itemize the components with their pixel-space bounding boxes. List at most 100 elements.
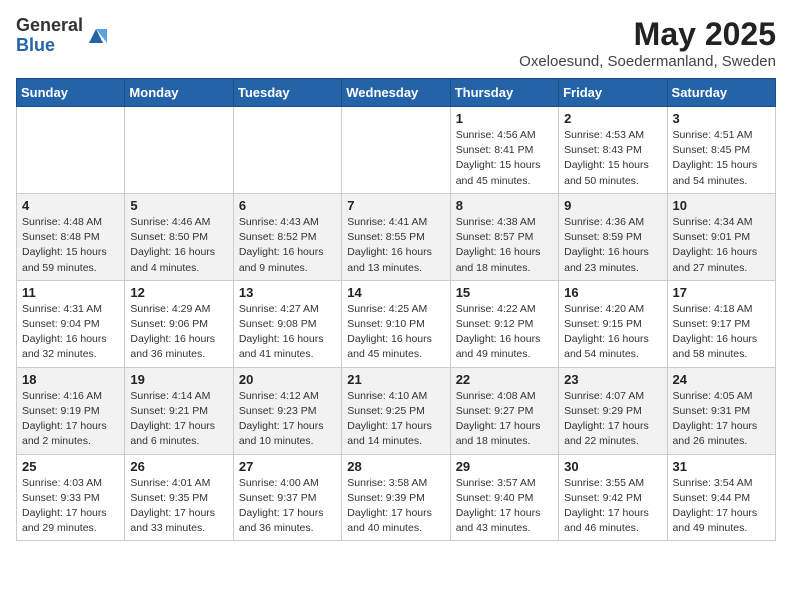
day-number: 3 bbox=[673, 111, 770, 126]
day-cell: 11Sunrise: 4:31 AM Sunset: 9:04 PM Dayli… bbox=[17, 280, 125, 367]
day-cell: 4 Sunrise: 4:48 AM Sunset: 8:48 PM Daylig… bbox=[17, 193, 125, 280]
day-info: Sunrise: 4:20 AM Sunset: 9:15 PM Dayligh… bbox=[564, 302, 661, 363]
day-info: Sunrise: 4:18 AM Sunset: 9:17 PM Dayligh… bbox=[673, 302, 770, 363]
day-cell: 1 Sunrise: 4:56 AM Sunset: 8:41 PM Daylig… bbox=[450, 107, 558, 194]
weekday-header-thursday: Thursday bbox=[450, 79, 558, 107]
day-number: 10 bbox=[673, 198, 770, 213]
day-info: Sunrise: 4:41 AM Sunset: 8:55 PM Dayligh… bbox=[347, 215, 444, 276]
day-info: Sunrise: 4:03 AM Sunset: 9:33 PM Dayligh… bbox=[22, 476, 119, 537]
day-number: 20 bbox=[239, 372, 336, 387]
day-cell: 3 Sunrise: 4:51 AM Sunset: 8:45 PM Daylig… bbox=[667, 107, 775, 194]
day-cell: 21 Sunrise: 4:10 AM Sunset: 9:25 PM Dayli… bbox=[342, 367, 450, 454]
weekday-header-friday: Friday bbox=[559, 79, 667, 107]
day-number: 19 bbox=[130, 372, 227, 387]
weekday-header-row: SundayMondayTuesdayWednesdayThursdayFrid… bbox=[17, 79, 776, 107]
day-number: 25 bbox=[22, 459, 119, 474]
day-info: Sunrise: 3:55 AM Sunset: 9:42 PM Dayligh… bbox=[564, 476, 661, 537]
day-number: 1 bbox=[456, 111, 553, 126]
day-cell: 20 Sunrise: 4:12 AM Sunset: 9:23 PM Dayli… bbox=[233, 367, 341, 454]
day-number: 2 bbox=[564, 111, 661, 126]
location-title: Oxeloesund, Soedermanland, Sweden bbox=[519, 53, 776, 70]
day-cell bbox=[342, 107, 450, 194]
day-cell: 23 Sunrise: 4:07 AM Sunset: 9:29 PM Dayli… bbox=[559, 367, 667, 454]
day-number: 6 bbox=[239, 198, 336, 213]
logo: General Blue bbox=[16, 16, 107, 56]
logo-general-text: General bbox=[16, 16, 83, 36]
day-number: 8 bbox=[456, 198, 553, 213]
day-cell: 24Sunrise: 4:05 AM Sunset: 9:31 PM Dayli… bbox=[667, 367, 775, 454]
logo-icon bbox=[85, 25, 107, 47]
day-info: Sunrise: 4:25 AM Sunset: 9:10 PM Dayligh… bbox=[347, 302, 444, 363]
day-number: 28 bbox=[347, 459, 444, 474]
day-info: Sunrise: 3:58 AM Sunset: 9:39 PM Dayligh… bbox=[347, 476, 444, 537]
day-cell: 17 Sunrise: 4:18 AM Sunset: 9:17 PM Dayli… bbox=[667, 280, 775, 367]
week-row-5: 25 Sunrise: 4:03 AM Sunset: 9:33 PM Dayli… bbox=[17, 454, 776, 541]
day-cell: 9 Sunrise: 4:36 AM Sunset: 8:59 PM Daylig… bbox=[559, 193, 667, 280]
day-info: Sunrise: 4:56 AM Sunset: 8:41 PM Dayligh… bbox=[456, 128, 553, 189]
day-number: 21 bbox=[347, 372, 444, 387]
day-info: Sunrise: 4:14 AM Sunset: 9:21 PM Dayligh… bbox=[130, 389, 227, 450]
weekday-header-monday: Monday bbox=[125, 79, 233, 107]
week-row-2: 4 Sunrise: 4:48 AM Sunset: 8:48 PM Daylig… bbox=[17, 193, 776, 280]
day-number: 17 bbox=[673, 285, 770, 300]
day-info: Sunrise: 4:27 AM Sunset: 9:08 PM Dayligh… bbox=[239, 302, 336, 363]
week-row-4: 18 Sunrise: 4:16 AM Sunset: 9:19 PM Dayli… bbox=[17, 367, 776, 454]
day-info: Sunrise: 4:31 AM Sunset: 9:04 PM Dayligh… bbox=[22, 302, 119, 363]
day-info: Sunrise: 4:53 AM Sunset: 8:43 PM Dayligh… bbox=[564, 128, 661, 189]
day-number: 29 bbox=[456, 459, 553, 474]
day-cell: 16 Sunrise: 4:20 AM Sunset: 9:15 PM Dayli… bbox=[559, 280, 667, 367]
day-cell: 19 Sunrise: 4:14 AM Sunset: 9:21 PM Dayli… bbox=[125, 367, 233, 454]
day-cell: 31 Sunrise: 3:54 AM Sunset: 9:44 PM Dayli… bbox=[667, 454, 775, 541]
day-cell bbox=[125, 107, 233, 194]
day-info: Sunrise: 4:01 AM Sunset: 9:35 PM Dayligh… bbox=[130, 476, 227, 537]
day-number: 31 bbox=[673, 459, 770, 474]
day-number: 7 bbox=[347, 198, 444, 213]
day-info: Sunrise: 3:54 AM Sunset: 9:44 PM Dayligh… bbox=[673, 476, 770, 537]
day-cell: 13 Sunrise: 4:27 AM Sunset: 9:08 PM Dayli… bbox=[233, 280, 341, 367]
day-info: Sunrise: 4:16 AM Sunset: 9:19 PM Dayligh… bbox=[22, 389, 119, 450]
page-header: General Blue May 2025 Oxeloesund, Soeder… bbox=[16, 16, 776, 70]
week-row-3: 11Sunrise: 4:31 AM Sunset: 9:04 PM Dayli… bbox=[17, 280, 776, 367]
day-number: 24 bbox=[673, 372, 770, 387]
day-cell: 27 Sunrise: 4:00 AM Sunset: 9:37 PM Dayli… bbox=[233, 454, 341, 541]
month-title: May 2025 bbox=[519, 16, 776, 53]
day-info: Sunrise: 4:12 AM Sunset: 9:23 PM Dayligh… bbox=[239, 389, 336, 450]
day-cell bbox=[233, 107, 341, 194]
weekday-header-saturday: Saturday bbox=[667, 79, 775, 107]
day-cell: 25 Sunrise: 4:03 AM Sunset: 9:33 PM Dayli… bbox=[17, 454, 125, 541]
day-info: Sunrise: 4:00 AM Sunset: 9:37 PM Dayligh… bbox=[239, 476, 336, 537]
day-info: Sunrise: 4:43 AM Sunset: 8:52 PM Dayligh… bbox=[239, 215, 336, 276]
day-info: Sunrise: 4:10 AM Sunset: 9:25 PM Dayligh… bbox=[347, 389, 444, 450]
day-info: Sunrise: 4:36 AM Sunset: 8:59 PM Dayligh… bbox=[564, 215, 661, 276]
day-number: 18 bbox=[22, 372, 119, 387]
day-cell: 7 Sunrise: 4:41 AM Sunset: 8:55 PM Daylig… bbox=[342, 193, 450, 280]
day-number: 9 bbox=[564, 198, 661, 213]
day-info: Sunrise: 4:29 AM Sunset: 9:06 PM Dayligh… bbox=[130, 302, 227, 363]
day-info: Sunrise: 4:07 AM Sunset: 9:29 PM Dayligh… bbox=[564, 389, 661, 450]
day-cell: 26Sunrise: 4:01 AM Sunset: 9:35 PM Dayli… bbox=[125, 454, 233, 541]
weekday-header-tuesday: Tuesday bbox=[233, 79, 341, 107]
day-number: 4 bbox=[22, 198, 119, 213]
day-cell: 2 Sunrise: 4:53 AM Sunset: 8:43 PM Daylig… bbox=[559, 107, 667, 194]
day-cell: 15 Sunrise: 4:22 AM Sunset: 9:12 PM Dayli… bbox=[450, 280, 558, 367]
day-cell: 6 Sunrise: 4:43 AM Sunset: 8:52 PM Daylig… bbox=[233, 193, 341, 280]
logo-blue-text: Blue bbox=[16, 36, 83, 56]
day-cell bbox=[17, 107, 125, 194]
day-cell: 12Sunrise: 4:29 AM Sunset: 9:06 PM Dayli… bbox=[125, 280, 233, 367]
day-info: Sunrise: 3:57 AM Sunset: 9:40 PM Dayligh… bbox=[456, 476, 553, 537]
day-number: 14 bbox=[347, 285, 444, 300]
day-number: 13 bbox=[239, 285, 336, 300]
day-cell: 22Sunrise: 4:08 AM Sunset: 9:27 PM Dayli… bbox=[450, 367, 558, 454]
day-info: Sunrise: 4:38 AM Sunset: 8:57 PM Dayligh… bbox=[456, 215, 553, 276]
week-row-1: 1 Sunrise: 4:56 AM Sunset: 8:41 PM Daylig… bbox=[17, 107, 776, 194]
day-number: 5 bbox=[130, 198, 227, 213]
day-number: 16 bbox=[564, 285, 661, 300]
day-cell: 10Sunrise: 4:34 AM Sunset: 9:01 PM Dayli… bbox=[667, 193, 775, 280]
day-number: 23 bbox=[564, 372, 661, 387]
day-info: Sunrise: 4:22 AM Sunset: 9:12 PM Dayligh… bbox=[456, 302, 553, 363]
day-info: Sunrise: 4:46 AM Sunset: 8:50 PM Dayligh… bbox=[130, 215, 227, 276]
day-number: 15 bbox=[456, 285, 553, 300]
day-number: 27 bbox=[239, 459, 336, 474]
day-info: Sunrise: 4:48 AM Sunset: 8:48 PM Dayligh… bbox=[22, 215, 119, 276]
day-info: Sunrise: 4:51 AM Sunset: 8:45 PM Dayligh… bbox=[673, 128, 770, 189]
